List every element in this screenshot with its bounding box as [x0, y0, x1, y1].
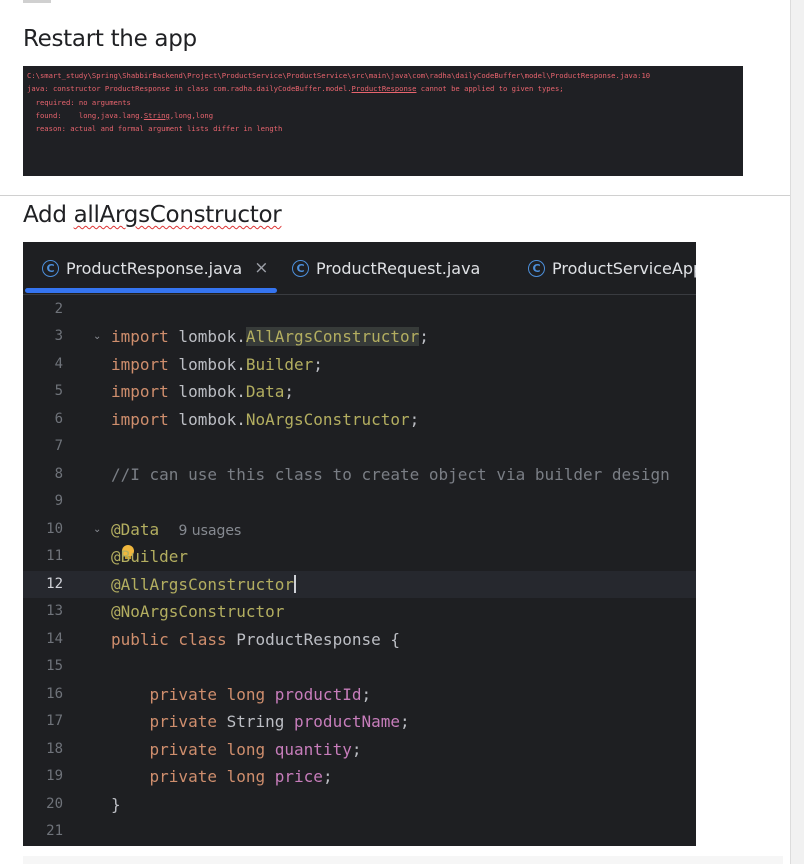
console-line: java: constructor ProductResponse in cla… — [27, 84, 564, 94]
fold-chevron-icon[interactable]: ⌄ — [93, 516, 101, 543]
section-title-keyword: allArgsConstructor — [73, 202, 282, 228]
code-editor: C ProductResponse.java × C ProductReques… — [23, 242, 696, 846]
tab-product-service-app[interactable]: C ProductServiceApp — [528, 242, 696, 294]
usages-hint[interactable]: 9 usages — [178, 523, 241, 539]
text-caret — [294, 575, 297, 593]
line-number: 6 — [54, 411, 63, 427]
code-line: 17 private String productName; — [23, 708, 696, 735]
bottom-strip — [23, 856, 783, 864]
line-number: 7 — [54, 438, 63, 454]
console-line: reason: actual and formal argument lists… — [27, 124, 283, 134]
line-number: 15 — [46, 658, 63, 674]
line-number: 16 — [46, 686, 63, 702]
code-line: 15 — [23, 653, 696, 680]
line-number: 18 — [46, 741, 63, 757]
code-text: } — [111, 795, 121, 814]
error-console: C:\smart_study\Spring\ShabbirBackend\Pro… — [23, 66, 743, 176]
code-line: 13 @NoArgsConstructor — [23, 598, 696, 625]
close-icon[interactable]: × — [254, 258, 268, 278]
class-icon: C — [528, 259, 545, 277]
console-line: required: no arguments — [27, 97, 131, 107]
code-line: 20 } — [23, 791, 696, 818]
console-line: C:\smart_study\Spring\ShabbirBackend\Pro… — [27, 71, 651, 80]
code-line: 11 @Builder — [23, 543, 696, 570]
section-title-prefix: Add — [23, 202, 74, 228]
tab-product-response[interactable]: C ProductResponse.java × — [42, 242, 268, 294]
line-number: 8 — [54, 466, 63, 482]
code-text: public class ProductResponse { — [111, 630, 400, 649]
code-text: @NoArgsConstructor — [111, 602, 285, 621]
tab-product-request[interactable]: C ProductRequest.java — [292, 242, 480, 294]
line-number: 10 — [46, 521, 63, 537]
code-line: 14 public class ProductResponse { — [23, 626, 696, 653]
code-text: import lombok.Builder; — [111, 355, 323, 374]
code-line: 5 import lombok.Data; — [23, 378, 696, 405]
line-number: 9 — [54, 493, 63, 509]
tab-label: ProductResponse.java — [66, 258, 243, 278]
code-line: 9 — [23, 488, 696, 515]
code-text: @AllArgsConstructor — [111, 575, 297, 594]
code-comment: //I can use this class to create object … — [111, 465, 670, 484]
tab-label: ProductServiceApp — [552, 258, 696, 278]
code-text: import lombok.NoArgsConstructor; — [111, 410, 420, 429]
active-tab-indicator — [25, 288, 277, 293]
line-number: 3 — [54, 328, 63, 344]
line-number: 4 — [54, 356, 63, 372]
line-number: 21 — [46, 823, 63, 839]
tab-label: ProductRequest.java — [316, 258, 481, 278]
code-text: private long productId; — [149, 685, 372, 704]
code-line: 2 — [23, 296, 696, 323]
code-text: private String productName; — [149, 712, 410, 731]
code-text: private long quantity; — [149, 740, 362, 759]
code-line-current: 12 @AllArgsConstructor — [23, 571, 696, 598]
code-line: 10 ⌄ @Data 9 usages — [23, 516, 696, 543]
class-icon: C — [292, 259, 309, 277]
code-line: 19 private long price; — [23, 763, 696, 790]
line-number: 5 — [54, 383, 63, 399]
code-text: import lombok.Data; — [111, 382, 295, 401]
code-line: 6 import lombok.NoArgsConstructor; — [23, 406, 696, 433]
code-text: private long price; — [149, 767, 333, 786]
code-text: import lombok.AllArgsConstructor; — [111, 327, 429, 346]
top-edge-bar — [23, 0, 51, 3]
section-divider — [0, 195, 790, 196]
code-line: 21 — [23, 818, 696, 845]
code-line: 3 ⌄ import lombok.AllArgsConstructor; — [23, 323, 696, 350]
section-title-restart: Restart the app — [23, 26, 197, 52]
code-line: 4 import lombok.Builder; — [23, 351, 696, 378]
code-line: 16 private long productId; — [23, 681, 696, 708]
editor-tab-bar: C ProductResponse.java × C ProductReques… — [23, 242, 696, 295]
line-number: 19 — [46, 768, 63, 784]
class-icon: C — [42, 259, 59, 277]
line-number: 2 — [54, 301, 63, 317]
line-number: 12 — [46, 576, 63, 592]
line-number: 17 — [46, 713, 63, 729]
line-number: 20 — [46, 796, 63, 812]
line-number: 13 — [46, 603, 63, 619]
code-line: 8 //I can use this class to create objec… — [23, 461, 696, 488]
section-title-add: Add allArgsConstructor — [23, 202, 282, 228]
line-number: 14 — [46, 631, 63, 647]
code-line: 18 private long quantity; — [23, 736, 696, 763]
console-line: found: long,java.lang.String,long,long — [27, 110, 214, 120]
code-text: @Data 9 usages — [111, 520, 242, 539]
line-number: 11 — [46, 548, 63, 564]
page-scrollbar[interactable] — [790, 0, 804, 864]
code-line: 7 — [23, 433, 696, 460]
fold-chevron-icon[interactable]: ⌄ — [93, 323, 101, 350]
code-text: @Builder — [111, 547, 189, 566]
